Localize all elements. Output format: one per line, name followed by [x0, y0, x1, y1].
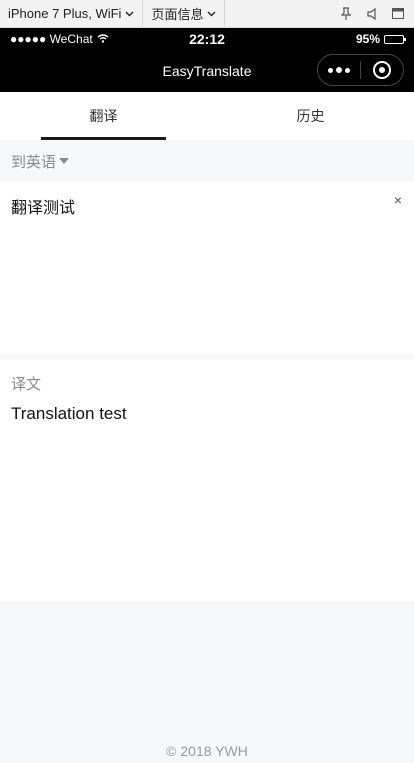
- more-dots-icon: [328, 67, 350, 73]
- chevron-down-icon: [125, 9, 134, 19]
- target-language-label: 到英语: [11, 153, 57, 171]
- device-select-label: iPhone 7 Plus, WiFi: [8, 6, 122, 21]
- target-ring-icon: [373, 61, 391, 79]
- phone-status-bar: ●●●●● WeChat 22:12 95%: [0, 28, 414, 50]
- tab-bar: 翻译 历史: [0, 92, 414, 140]
- tab-history[interactable]: 历史: [207, 92, 414, 140]
- close-miniprogram-button[interactable]: [361, 55, 403, 85]
- footer: © 2018 YWH: [0, 601, 414, 763]
- translation-result-panel: 译文 Translation test: [0, 359, 414, 601]
- copyright-text: © 2018 YWH: [166, 743, 248, 759]
- menu-capsule: [317, 54, 404, 86]
- devtools-toolbar: iPhone 7 Plus, WiFi 页面信息: [0, 0, 414, 28]
- tab-translate[interactable]: 翻译: [0, 92, 207, 140]
- result-text: Translation test: [11, 404, 127, 423]
- clear-input-button[interactable]: ×: [394, 192, 402, 208]
- battery-icon: [384, 34, 406, 44]
- battery-percent: 95%: [355, 32, 380, 46]
- source-text-input[interactable]: 翻译测试 ×: [0, 182, 414, 354]
- result-label: 译文: [11, 376, 42, 393]
- target-language-selector[interactable]: 到英语: [0, 140, 414, 182]
- wifi-icon: [97, 32, 109, 46]
- window-icon[interactable]: [392, 7, 404, 21]
- pin-icon[interactable]: [340, 6, 352, 21]
- carrier-signal: ●●●●● WeChat: [10, 32, 93, 46]
- page-title: EasyTranslate: [162, 63, 252, 79]
- speaker-icon[interactable]: [366, 7, 378, 21]
- chevron-down-icon: [207, 9, 216, 19]
- more-menu-button[interactable]: [318, 55, 360, 85]
- device-select[interactable]: iPhone 7 Plus, WiFi: [0, 0, 144, 27]
- caret-down-icon: [59, 157, 70, 168]
- page-info-label: 页面信息: [151, 7, 204, 22]
- page-info-select[interactable]: 页面信息: [143, 0, 226, 27]
- navigation-bar: EasyTranslate: [0, 50, 414, 92]
- source-text-value: 翻译测试: [11, 200, 76, 217]
